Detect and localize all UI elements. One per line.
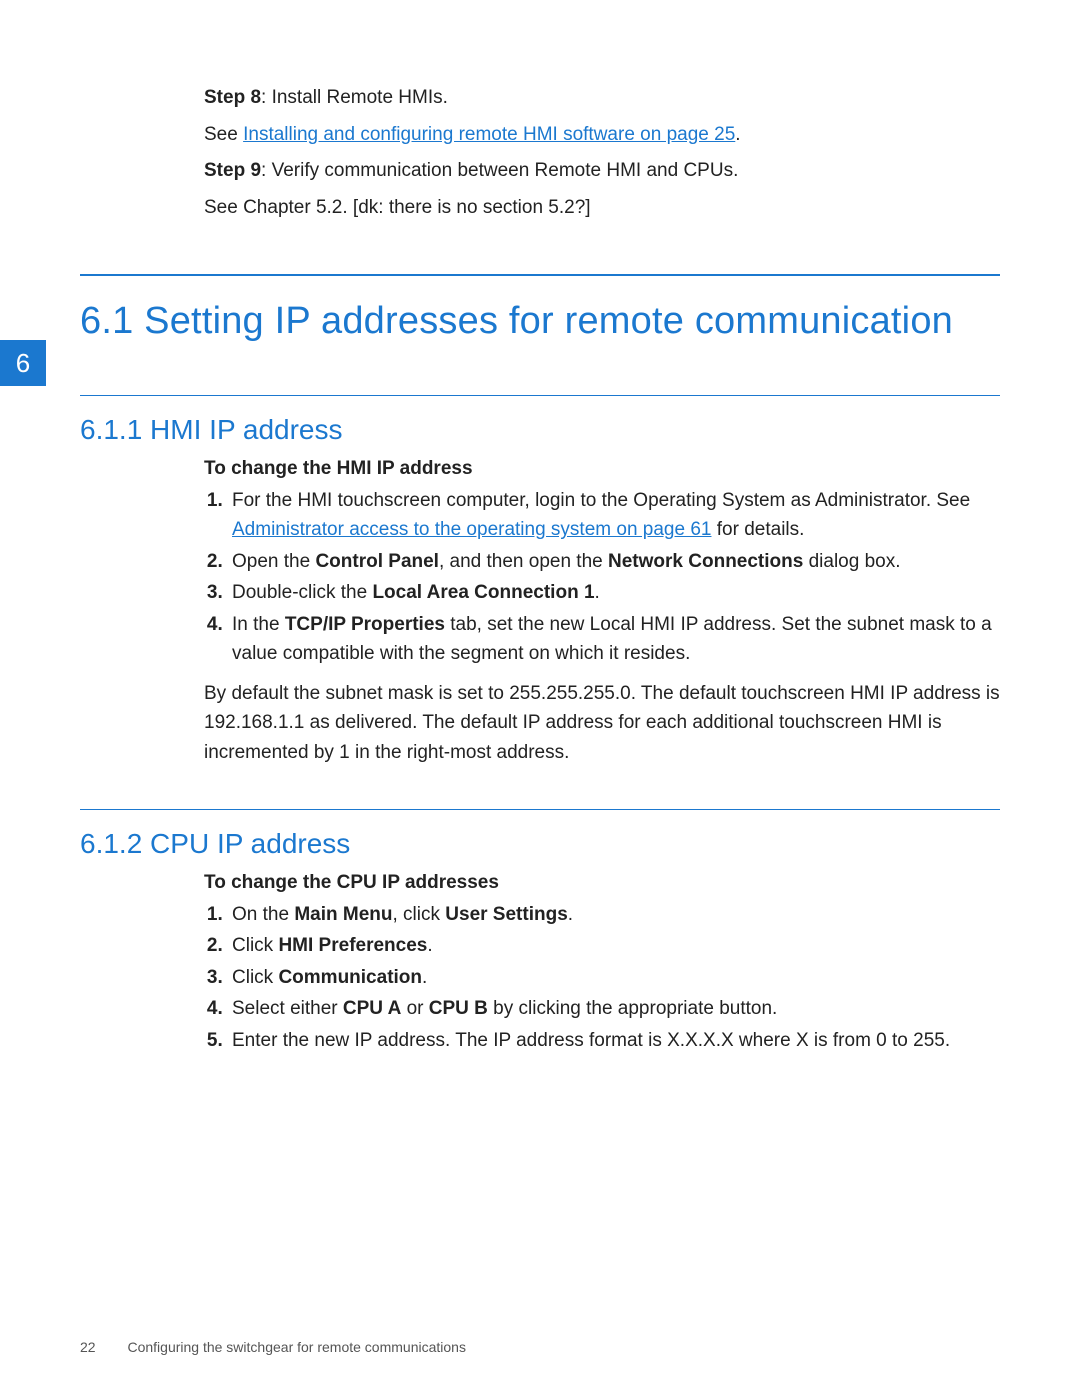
hmi-step-4: In the TCP/IP Properties tab, set the ne…: [228, 610, 1000, 669]
step-8: Step 8: Install Remote HMIs.: [204, 84, 1000, 113]
page-number: 22: [80, 1339, 96, 1355]
cpu-step-5: Enter the new IP address. The IP address…: [228, 1026, 1000, 1055]
rule-before-6-1: [80, 274, 1000, 276]
proc-list-cpu: On the Main Menu, click User Settings. C…: [204, 900, 1000, 1055]
hmi-note: By default the subnet mask is set to 255…: [80, 679, 1000, 767]
see-2-text: See Chapter 5.2. [dk: there is no sectio…: [204, 197, 591, 218]
cpu-step-1: On the Main Menu, click User Settings.: [228, 900, 1000, 929]
heading-6-1: 6.1 Setting IP addresses for remote comm…: [80, 300, 1000, 343]
heading-6-1-2: 6.1.2 CPU IP address: [80, 828, 1000, 860]
sub2-content: To change the CPU IP addresses On the Ma…: [204, 872, 1000, 1055]
rule-before-6-1-1: [80, 395, 1000, 396]
step-8-text: : Install Remote HMIs.: [261, 87, 448, 108]
cpu-step-2: Click HMI Preferences.: [228, 931, 1000, 960]
footer-text: Configuring the switchgear for remote co…: [127, 1339, 466, 1355]
step-9-label: Step 9: [204, 160, 261, 181]
page: 6 Step 8: Install Remote HMIs. See Insta…: [0, 0, 1080, 1397]
hmi-step-2: Open the Control Panel, and then open th…: [228, 547, 1000, 576]
section-block: 6.1 Setting IP addresses for remote comm…: [80, 274, 1000, 446]
proc-title-cpu: To change the CPU IP addresses: [204, 872, 1000, 894]
footer: 22 Configuring the switchgear for remote…: [80, 1339, 466, 1355]
link-admin-access[interactable]: Administrator access to the operating sy…: [232, 519, 711, 540]
step-9: Step 9: Verify communication between Rem…: [204, 157, 1000, 186]
rule-before-6-1-2: [80, 809, 1000, 810]
hmi-step-3: Double-click the Local Area Connection 1…: [228, 578, 1000, 607]
see-link-1: See Installing and configuring remote HM…: [204, 121, 1000, 150]
proc-title-hmi: To change the HMI IP address: [204, 458, 1000, 480]
intro-block: Step 8: Install Remote HMIs. See Install…: [204, 84, 1000, 222]
hmi-step-1: For the HMI touchscreen computer, login …: [228, 486, 1000, 545]
sub1-content: To change the HMI IP address For the HMI…: [204, 458, 1000, 767]
see-note-2: See Chapter 5.2. [dk: there is no sectio…: [204, 194, 1000, 223]
cpu-step-4: Select either CPU A or CPU B by clicking…: [228, 994, 1000, 1023]
sub2-block: 6.1.2 CPU IP address: [80, 809, 1000, 860]
heading-6-1-1: 6.1.1 HMI IP address: [80, 414, 1000, 446]
link-installing-remote-hmi[interactable]: Installing and configuring remote HMI so…: [243, 124, 735, 145]
proc-list-hmi: For the HMI touchscreen computer, login …: [204, 486, 1000, 669]
see-1-prefix: See: [204, 124, 243, 145]
chapter-tab: 6: [0, 340, 46, 386]
step-9-text: : Verify communication between Remote HM…: [261, 160, 738, 181]
see-1-suffix: .: [735, 124, 740, 145]
step-8-label: Step 8: [204, 87, 261, 108]
cpu-step-3: Click Communication.: [228, 963, 1000, 992]
